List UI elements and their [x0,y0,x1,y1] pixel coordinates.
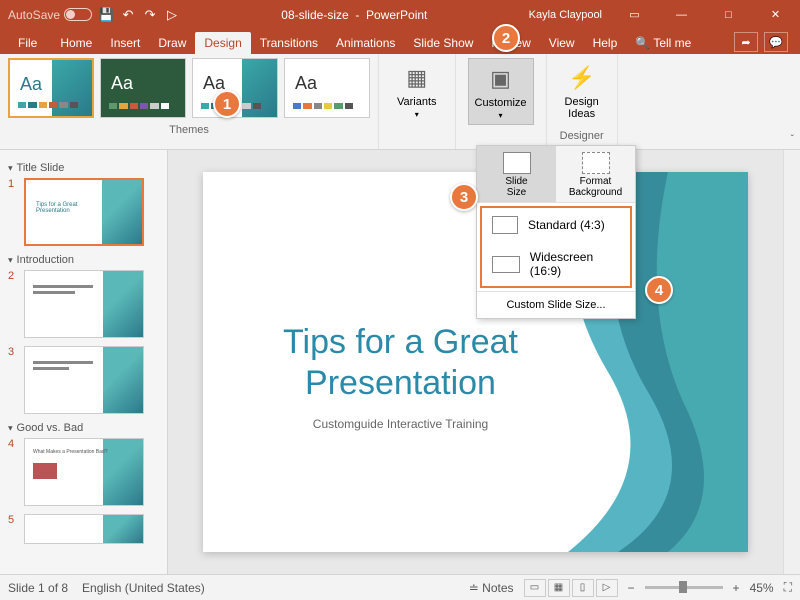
slide-thumbnails-pane[interactable]: Title Slide 1 Tips for a GreatPresentatio… [0,150,168,574]
slide-thumb-3[interactable] [24,346,144,414]
tab-slideshow[interactable]: Slide Show [404,32,482,54]
thumb-number: 2 [8,270,18,282]
ribbon-tabs: File Home Insert Draw Design Transitions… [0,29,800,54]
titlebar: AutoSave 💾 ↶ ↷ ▷ 08-slide-size - PowerPo… [0,0,800,29]
slide-size-options: Standard (4:3) Widescreen (16:9) [480,206,632,288]
slide-counter[interactable]: Slide 1 of 8 [8,581,68,595]
tab-file[interactable]: File [4,32,51,54]
toggle-switch-icon[interactable] [64,8,92,21]
theme-thumb[interactable]: Aa [100,58,186,118]
quick-access-toolbar: AutoSave 💾 ↶ ↷ ▷ [2,7,180,23]
section-header[interactable]: Good vs. Bad [8,422,159,434]
zoom-out-button[interactable]: − [628,581,635,595]
option-widescreen-169[interactable]: Widescreen (16:9) [482,242,630,286]
fit-to-window-icon[interactable]: ⛶ [784,580,792,595]
theme-thumb[interactable]: Aa [284,58,370,118]
design-ideas-button[interactable]: ⚡Design Ideas [559,58,605,124]
redo-icon[interactable]: ↷ [142,7,158,23]
callout-2: 2 [492,24,520,52]
vertical-scrollbar[interactable] [783,150,800,574]
slide-size-label: Slide Size [505,176,527,198]
format-bg-icon [582,152,610,174]
callout-3: 3 [450,183,478,211]
reading-view-icon[interactable]: ▯ [572,579,594,597]
tab-animations[interactable]: Animations [327,32,404,54]
notes-button[interactable]: ≐ Notes [469,581,514,595]
minimize-button[interactable]: — [659,0,704,29]
window-title: 08-slide-size - PowerPoint [180,8,529,22]
variants-button[interactable]: ▦Variants▾ [391,58,443,123]
tab-transitions[interactable]: Transitions [251,32,327,54]
slide-thumb-5[interactable] [24,514,144,544]
ribbon-design: Aa Aa Aa Aa Themes ▦Variants▾ ▣Customize… [0,54,800,150]
workspace: Title Slide 1 Tips for a GreatPresentatio… [0,150,800,574]
comments-button[interactable]: 💬 [764,32,788,52]
slide-subtitle-text[interactable]: Customguide Interactive Training [203,417,598,431]
user-name[interactable]: Kayla Claypool [529,9,610,21]
callout-1: 1 [213,90,241,118]
slide-title-text[interactable]: Tips for a Great Presentation [203,322,598,404]
designer-group: ⚡Design Ideas Designer [547,54,618,149]
design-ideas-label: Design Ideas [565,96,599,120]
tell-me-search[interactable]: 🔍 Tell me [626,32,700,54]
tab-insert[interactable]: Insert [101,32,149,54]
thumb-number: 4 [8,438,18,450]
autosave-label: AutoSave [8,8,60,22]
ribbon-display-icon[interactable]: ▭ [612,0,657,29]
start-slideshow-icon[interactable]: ▷ [164,7,180,23]
design-ideas-icon: ⚡ [566,62,598,94]
customize-dropdown: Slide Size Format Background Standard (4… [476,145,636,319]
thumb-number: 5 [8,514,18,526]
themes-group-label: Themes [8,124,370,136]
customize-group: ▣Customize▾ [456,54,547,149]
slide-thumb-1[interactable]: Tips for a GreatPresentation [24,178,144,246]
tab-draw[interactable]: Draw [149,32,195,54]
format-bg-label: Format Background [569,176,622,198]
tab-help[interactable]: Help [584,32,627,54]
zoom-in-button[interactable]: + [733,581,740,595]
close-button[interactable]: ✕ [753,0,798,29]
option-standard-43[interactable]: Standard (4:3) [482,208,630,242]
statusbar: Slide 1 of 8 English (United States) ≐ N… [0,574,800,600]
slide-size-button[interactable]: Slide Size [477,146,556,202]
variants-icon: ▦ [401,62,433,94]
sorter-view-icon[interactable]: ▦ [548,579,570,597]
callout-4: 4 [645,276,673,304]
themes-group: Aa Aa Aa Aa Themes [0,54,379,149]
section-header[interactable]: Title Slide [8,162,159,174]
zoom-slider[interactable] [645,586,723,589]
theme-thumb-current[interactable]: Aa [8,58,94,118]
slide-thumb-2[interactable] [24,270,144,338]
customize-icon: ▣ [485,63,517,95]
tab-design[interactable]: Design [195,32,250,54]
thumb-number: 3 [8,346,18,358]
collapse-ribbon-icon[interactable]: ˇ [791,134,794,145]
language-status[interactable]: English (United States) [82,581,205,595]
ratio-43-icon [492,216,518,234]
customize-label: Customize [475,97,527,109]
variants-group: ▦Variants▾ [379,54,456,149]
normal-view-icon[interactable]: ▭ [524,579,546,597]
option-widescreen-label: Widescreen (16:9) [530,250,620,278]
slideshow-view-icon[interactable]: ▷ [596,579,618,597]
variants-label: Variants [397,96,437,108]
slide-thumb-4[interactable]: What Makes a Presentation Bad? [24,438,144,506]
custom-slide-size-option[interactable]: Custom Slide Size... [477,291,635,318]
section-header[interactable]: Introduction [8,254,159,266]
tab-home[interactable]: Home [51,32,101,54]
option-standard-label: Standard (4:3) [528,218,605,232]
customize-button[interactable]: ▣Customize▾ [468,58,534,125]
slide-size-icon [503,152,531,174]
tab-view[interactable]: View [540,32,584,54]
ratio-169-icon [492,256,520,273]
undo-icon[interactable]: ↶ [120,7,136,23]
thumb-number: 1 [8,178,18,190]
autosave-toggle[interactable]: AutoSave [8,8,92,22]
zoom-level[interactable]: 45% [750,581,774,595]
share-button[interactable]: ➦ [734,32,758,52]
save-icon[interactable]: 💾 [98,7,114,23]
designer-group-label: Designer [560,130,604,142]
format-background-button[interactable]: Format Background [556,146,635,202]
maximize-button[interactable]: □ [706,0,751,29]
